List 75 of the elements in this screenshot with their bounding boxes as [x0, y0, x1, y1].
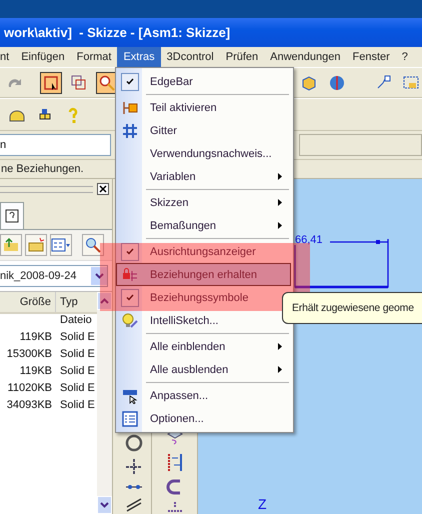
folder-up-icon	[3, 237, 19, 253]
table-cell-text: 11020KB	[6, 382, 53, 396]
view-icon	[51, 237, 71, 253]
view-button[interactable]	[50, 234, 72, 256]
table-cell-text: 119KB	[18, 331, 53, 345]
submenu-arrow-icon	[278, 343, 282, 350]
sketch-tool-button[interactable]	[40, 72, 62, 94]
customize-icon	[122, 388, 138, 404]
window-title: work\aktiv] - Skizze - [Asm1: Skizze]	[4, 25, 230, 40]
table-cell-text: Solid E	[59, 399, 96, 413]
up-folder-button[interactable]	[0, 234, 22, 256]
menu-item[interactable]: Verwendungsnachweis...	[116, 142, 291, 165]
menu-item[interactable]: Gitter	[116, 119, 291, 142]
slash-icon	[124, 498, 142, 512]
column-header[interactable]: Größe	[0, 292, 56, 312]
crosshair-icon	[124, 458, 142, 476]
tooltip-text: Erhält zugewiesene geome	[292, 302, 414, 314]
command-field[interactable]: n	[0, 134, 111, 156]
axis-label: Z	[258, 496, 267, 512]
menu-item[interactable]: EdgeBar	[116, 70, 291, 93]
close-button[interactable]	[97, 183, 109, 195]
grid-icon	[122, 122, 138, 138]
search-button[interactable]	[82, 234, 104, 256]
help-book-icon	[4, 208, 20, 224]
magnifier-icon	[99, 74, 115, 90]
table-cell-text: Dateio	[59, 314, 93, 328]
input-field[interactable]	[299, 134, 422, 156]
new-folder-icon	[28, 237, 44, 253]
menu-bar-item[interactable]: ?	[396, 47, 414, 67]
folder-dropdown[interactable]: nik_2008-09-24	[0, 265, 108, 287]
dimension-label: 66,41	[295, 234, 323, 246]
scrollbar[interactable]	[97, 292, 112, 514]
menu-bar-item[interactable]: Extras	[117, 47, 161, 67]
scroll-up-icon	[100, 298, 109, 304]
table-cell-text: 119KB	[18, 365, 53, 379]
submenu-arrow-icon	[278, 199, 282, 206]
table-cell-text: Solid E	[59, 382, 96, 396]
table-cell-text: Solid E	[59, 331, 96, 345]
menu-bar-item[interactable]: Fenster	[346, 47, 396, 67]
part-icon	[122, 100, 138, 116]
library-tab[interactable]	[0, 202, 24, 229]
menu-bar-item[interactable]: nt	[0, 47, 16, 67]
chevron-down-icon	[94, 273, 104, 279]
blocks-icon	[37, 106, 53, 122]
submenu-arrow-icon	[278, 222, 282, 229]
submenu-arrow-icon	[278, 366, 282, 373]
lock-icon	[122, 266, 138, 282]
table-cell-text: 34093KB	[6, 399, 53, 413]
connector-icon	[375, 74, 391, 90]
table-cell-text: Solid E	[59, 348, 96, 362]
sphere-icon	[329, 74, 345, 90]
menu-bar-item[interactable]: Format	[70, 47, 118, 67]
align-icon	[166, 452, 184, 472]
close-icon	[99, 185, 107, 193]
search-icon	[85, 237, 101, 253]
frames-icon	[71, 74, 87, 90]
scroll-down-icon	[100, 502, 109, 508]
column-header[interactable]: Typ	[56, 292, 97, 312]
prompt-text: ne Beziehungen.	[1, 163, 84, 175]
menu-bar-item[interactable]: Prüfen	[220, 47, 264, 67]
bulb-icon	[122, 312, 138, 328]
menu-bar-item[interactable]: 3Dcontrol	[160, 47, 220, 67]
submenu-arrow-icon	[278, 173, 282, 180]
menu-bar-item[interactable]: Anwendungen	[264, 47, 346, 67]
table-cell-text: 15300KB	[6, 348, 53, 362]
circle-icon	[124, 434, 142, 452]
menu-bar-item[interactable]: Einfügen	[15, 47, 71, 67]
options-icon	[122, 410, 138, 426]
menu-item[interactable]: Teil aktivieren	[116, 96, 291, 119]
table-cell-text: Solid E	[59, 365, 96, 379]
dimension-icon	[166, 502, 184, 512]
dashed-frame-icon	[403, 74, 419, 90]
distance-icon	[124, 482, 142, 492]
frame-icon	[43, 74, 59, 90]
new-folder-button[interactable]	[25, 234, 47, 256]
